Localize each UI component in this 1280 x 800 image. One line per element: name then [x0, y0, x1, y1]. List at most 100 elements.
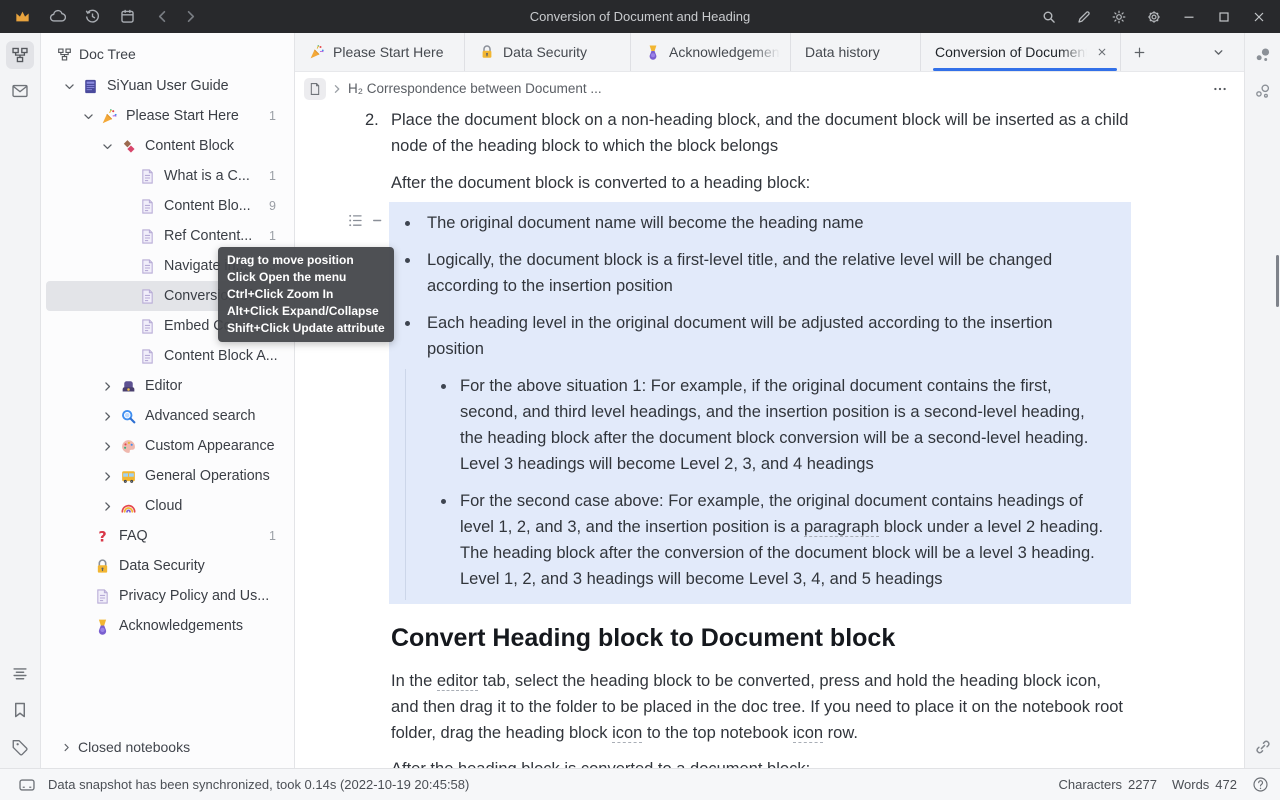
chevron-down-icon[interactable] — [75, 109, 101, 124]
graph-icon[interactable] — [1249, 77, 1277, 105]
theme-icon[interactable] — [1106, 5, 1131, 29]
new-tab-icon[interactable] — [1121, 33, 1157, 71]
closed-notebooks-toggle[interactable]: Closed notebooks — [41, 733, 294, 761]
list-item[interactable]: Logically, the document block is a first… — [427, 247, 1107, 299]
chevron-right-icon[interactable] — [94, 439, 120, 454]
forward-icon[interactable] — [178, 5, 203, 29]
doc-tree-item[interactable]: Acknowledgements — [46, 611, 289, 641]
chevron-right-icon[interactable] — [94, 469, 120, 484]
doc-icon — [139, 198, 156, 215]
doc-tree-item[interactable]: Editor — [46, 371, 289, 401]
numbered-list-item[interactable]: 2.Place the document block on a non-head… — [365, 107, 1157, 159]
list-item[interactable]: For the above situation 1: For example, … — [460, 373, 1107, 477]
tab-label: Data history — [805, 44, 910, 60]
doc-icon — [139, 348, 156, 365]
chevron-right-icon[interactable] — [94, 499, 120, 514]
tab-data-history[interactable]: Data history — [791, 33, 921, 71]
palette-icon — [120, 438, 137, 455]
help-icon[interactable] — [1252, 776, 1269, 793]
paragraph-block[interactable]: After the heading block is converted to … — [391, 756, 1131, 768]
history-icon[interactable] — [80, 5, 105, 29]
doc-tree-item[interactable]: Privacy Policy and Us... — [46, 581, 289, 611]
tab-conversion-of-document-and-heading[interactable]: Conversion of Document and Heading — [921, 33, 1121, 71]
search-icon[interactable] — [1036, 5, 1061, 29]
settings-icon[interactable] — [1141, 5, 1166, 29]
doc-tree-item[interactable]: Advanced search — [46, 401, 289, 431]
paragraph-block[interactable]: After the document block is converted to… — [391, 170, 1131, 196]
reference-link[interactable]: icon — [793, 724, 823, 743]
closed-notebooks-label: Closed notebooks — [78, 739, 190, 755]
doc-icon[interactable] — [304, 78, 326, 100]
heading-block[interactable]: Convert Heading block to Document block — [391, 621, 1131, 655]
doc-tree-item[interactable]: ?FAQ1 — [46, 521, 289, 551]
doc-tree-item[interactable]: What is a C...1 — [46, 161, 289, 191]
list-item-number: 2. — [365, 107, 391, 133]
breadcrumb-heading-crumb[interactable]: H₂ Correspondence between Document ... — [348, 81, 602, 96]
doc-tree-item[interactable]: Please Start Here1 — [46, 101, 289, 131]
list-item[interactable]: The original document name will become t… — [427, 210, 1107, 236]
doc-tree-panel: Doc Tree SiYuan User GuidePlease Start H… — [41, 33, 295, 768]
party-popper-icon — [309, 44, 325, 60]
bookmark-icon[interactable] — [6, 696, 34, 724]
highlighted-list-block[interactable]: The original document name will become t… — [389, 202, 1131, 604]
doc-tree-item[interactable]: Data Security — [46, 551, 289, 581]
doc-tree-item[interactable]: General Operations — [46, 461, 289, 491]
reference-link[interactable]: paragraph — [804, 518, 879, 537]
tag-icon[interactable] — [6, 733, 34, 761]
tab-acknowledgements[interactable]: Acknowledgements — [631, 33, 791, 71]
chevron-right-icon[interactable] — [94, 409, 120, 424]
outline-icon[interactable] — [6, 659, 34, 687]
doc-icon — [139, 288, 156, 305]
chevron-down-icon[interactable] — [94, 139, 120, 154]
doc-tree-item-label: SiYuan User Guide — [107, 78, 229, 94]
more-icon[interactable] — [1208, 78, 1232, 100]
ref-count-badge: 9 — [269, 199, 289, 213]
tab-close-icon[interactable] — [1094, 44, 1110, 60]
reference-link[interactable]: editor — [437, 672, 478, 691]
party-popper-icon — [101, 108, 118, 125]
tab-bar: Please Start HereData Security Acknowledg… — [295, 33, 1244, 72]
doc-tree-item[interactable]: Custom Appearance — [46, 431, 289, 461]
chevron-down-icon[interactable] — [1200, 33, 1236, 71]
list-item-text: Place the document block on a non-headin… — [391, 111, 1128, 155]
reference-link[interactable]: icon — [612, 724, 642, 743]
document-content: 2.Place the document block on a non-head… — [295, 107, 1244, 768]
inbox-icon[interactable] — [6, 77, 34, 105]
cloud-icon[interactable] — [45, 5, 70, 29]
doc-tree-item[interactable]: Content Block — [46, 131, 289, 161]
doc-tree-item[interactable]: Cloud — [46, 491, 289, 521]
doc-tree-item[interactable]: Content Block A... — [46, 341, 289, 371]
paragraph-block[interactable]: In the editor tab, select the heading bl… — [391, 668, 1131, 746]
tab-please-start-here[interactable]: Please Start Here — [295, 33, 465, 71]
snapshot-icon[interactable] — [18, 776, 36, 794]
maximize-icon[interactable] — [1211, 5, 1236, 29]
workspace-icon[interactable] — [115, 5, 140, 29]
link-icon[interactable] — [1249, 733, 1277, 761]
word-count-area: Characters2277 Words472 — [1058, 776, 1269, 793]
doc-tree-item-label: Content Block — [145, 138, 234, 154]
doc-tree-item[interactable]: SiYuan User Guide — [46, 71, 289, 101]
doc-tree-item-label: Custom Appearance — [145, 438, 275, 454]
doc-tree-icon[interactable] — [6, 41, 34, 69]
list-item[interactable]: Each heading level in the original docum… — [427, 310, 1107, 592]
list-item[interactable]: For the second case above: For example, … — [460, 488, 1107, 592]
crown-icon[interactable] — [10, 5, 35, 29]
doc-tree-item-label: FAQ — [119, 528, 148, 544]
editor-pane[interactable]: 2.Place the document block on a non-head… — [295, 105, 1244, 768]
edit-icon[interactable] — [1071, 5, 1096, 29]
chevron-right-icon[interactable] — [94, 379, 120, 394]
doc-tree-item-label: Ref Content... — [164, 228, 252, 244]
tab-data-security[interactable]: Data Security — [465, 33, 631, 71]
back-icon[interactable] — [150, 5, 175, 29]
close-icon[interactable] — [1246, 5, 1271, 29]
question-icon: ? — [94, 528, 111, 545]
chevron-down-icon[interactable] — [56, 79, 82, 94]
medal-icon — [94, 618, 111, 635]
doc-tree-item[interactable]: Content Blo...9 — [46, 191, 289, 221]
sync-status-message: Data snapshot has been synchronized, too… — [48, 777, 469, 792]
chevron-right-icon — [330, 82, 344, 96]
tab-label: Acknowledgements — [669, 44, 780, 60]
scrollbar-thumb[interactable] — [1276, 255, 1279, 307]
minimize-icon[interactable] — [1176, 5, 1201, 29]
backlinks-icon[interactable] — [1249, 41, 1277, 69]
